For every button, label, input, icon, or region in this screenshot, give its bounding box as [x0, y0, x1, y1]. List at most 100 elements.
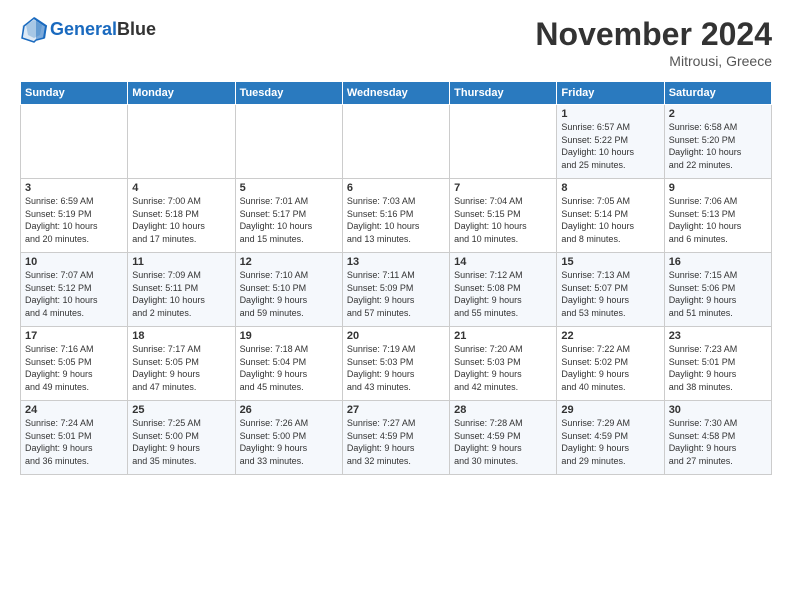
- month-title: November 2024: [535, 16, 772, 53]
- day-number: 23: [669, 330, 767, 342]
- day-number: 29: [561, 404, 659, 416]
- day-info: Sunrise: 7:26 AM Sunset: 5:00 PM Dayligh…: [240, 417, 338, 467]
- day-number: 5: [240, 182, 338, 194]
- day-number: 4: [132, 182, 230, 194]
- logo-icon: [20, 16, 48, 44]
- day-info: Sunrise: 7:29 AM Sunset: 4:59 PM Dayligh…: [561, 417, 659, 467]
- day-info: Sunrise: 7:19 AM Sunset: 5:03 PM Dayligh…: [347, 343, 445, 393]
- day-number: 1: [561, 108, 659, 120]
- day-number: 11: [132, 256, 230, 268]
- calendar-cell: 2Sunrise: 6:58 AM Sunset: 5:20 PM Daylig…: [664, 105, 771, 179]
- logo-text: GeneralBlue: [50, 20, 156, 40]
- calendar-cell: 18Sunrise: 7:17 AM Sunset: 5:05 PM Dayli…: [128, 327, 235, 401]
- day-info: Sunrise: 7:20 AM Sunset: 5:03 PM Dayligh…: [454, 343, 552, 393]
- calendar-cell: 5Sunrise: 7:01 AM Sunset: 5:17 PM Daylig…: [235, 179, 342, 253]
- calendar-cell: 7Sunrise: 7:04 AM Sunset: 5:15 PM Daylig…: [450, 179, 557, 253]
- calendar-cell: 20Sunrise: 7:19 AM Sunset: 5:03 PM Dayli…: [342, 327, 449, 401]
- calendar-cell: 15Sunrise: 7:13 AM Sunset: 5:07 PM Dayli…: [557, 253, 664, 327]
- day-number: 20: [347, 330, 445, 342]
- calendar-table: Sunday Monday Tuesday Wednesday Thursday…: [20, 81, 772, 475]
- day-info: Sunrise: 7:25 AM Sunset: 5:00 PM Dayligh…: [132, 417, 230, 467]
- calendar-cell: 3Sunrise: 6:59 AM Sunset: 5:19 PM Daylig…: [21, 179, 128, 253]
- calendar-cell: 23Sunrise: 7:23 AM Sunset: 5:01 PM Dayli…: [664, 327, 771, 401]
- day-info: Sunrise: 7:12 AM Sunset: 5:08 PM Dayligh…: [454, 269, 552, 319]
- day-info: Sunrise: 7:28 AM Sunset: 4:59 PM Dayligh…: [454, 417, 552, 467]
- logo-line2: Blue: [117, 19, 156, 39]
- calendar-cell: 16Sunrise: 7:15 AM Sunset: 5:06 PM Dayli…: [664, 253, 771, 327]
- day-number: 26: [240, 404, 338, 416]
- calendar-cell: 26Sunrise: 7:26 AM Sunset: 5:00 PM Dayli…: [235, 401, 342, 475]
- day-number: 3: [25, 182, 123, 194]
- day-info: Sunrise: 7:13 AM Sunset: 5:07 PM Dayligh…: [561, 269, 659, 319]
- calendar-body: 1Sunrise: 6:57 AM Sunset: 5:22 PM Daylig…: [21, 105, 772, 475]
- calendar-cell: 22Sunrise: 7:22 AM Sunset: 5:02 PM Dayli…: [557, 327, 664, 401]
- day-info: Sunrise: 7:07 AM Sunset: 5:12 PM Dayligh…: [25, 269, 123, 319]
- day-number: 17: [25, 330, 123, 342]
- calendar-page: GeneralBlue November 2024 Mitrousi, Gree…: [0, 0, 792, 485]
- calendar-cell: 8Sunrise: 7:05 AM Sunset: 5:14 PM Daylig…: [557, 179, 664, 253]
- calendar-week-2: 3Sunrise: 6:59 AM Sunset: 5:19 PM Daylig…: [21, 179, 772, 253]
- calendar-cell: 11Sunrise: 7:09 AM Sunset: 5:11 PM Dayli…: [128, 253, 235, 327]
- day-info: Sunrise: 7:22 AM Sunset: 5:02 PM Dayligh…: [561, 343, 659, 393]
- calendar-week-3: 10Sunrise: 7:07 AM Sunset: 5:12 PM Dayli…: [21, 253, 772, 327]
- col-sunday: Sunday: [21, 82, 128, 105]
- day-number: 10: [25, 256, 123, 268]
- calendar-cell: 9Sunrise: 7:06 AM Sunset: 5:13 PM Daylig…: [664, 179, 771, 253]
- calendar-cell: 13Sunrise: 7:11 AM Sunset: 5:09 PM Dayli…: [342, 253, 449, 327]
- calendar-cell: [21, 105, 128, 179]
- day-number: 18: [132, 330, 230, 342]
- calendar-week-4: 17Sunrise: 7:16 AM Sunset: 5:05 PM Dayli…: [21, 327, 772, 401]
- day-number: 15: [561, 256, 659, 268]
- calendar-cell: [235, 105, 342, 179]
- day-info: Sunrise: 7:09 AM Sunset: 5:11 PM Dayligh…: [132, 269, 230, 319]
- day-info: Sunrise: 6:58 AM Sunset: 5:20 PM Dayligh…: [669, 121, 767, 171]
- calendar-cell: 6Sunrise: 7:03 AM Sunset: 5:16 PM Daylig…: [342, 179, 449, 253]
- calendar-cell: 12Sunrise: 7:10 AM Sunset: 5:10 PM Dayli…: [235, 253, 342, 327]
- day-info: Sunrise: 7:30 AM Sunset: 4:58 PM Dayligh…: [669, 417, 767, 467]
- day-info: Sunrise: 7:15 AM Sunset: 5:06 PM Dayligh…: [669, 269, 767, 319]
- calendar-cell: 30Sunrise: 7:30 AM Sunset: 4:58 PM Dayli…: [664, 401, 771, 475]
- calendar-cell: 17Sunrise: 7:16 AM Sunset: 5:05 PM Dayli…: [21, 327, 128, 401]
- day-info: Sunrise: 7:00 AM Sunset: 5:18 PM Dayligh…: [132, 195, 230, 245]
- day-number: 9: [669, 182, 767, 194]
- day-number: 16: [669, 256, 767, 268]
- day-info: Sunrise: 7:27 AM Sunset: 4:59 PM Dayligh…: [347, 417, 445, 467]
- calendar-cell: 10Sunrise: 7:07 AM Sunset: 5:12 PM Dayli…: [21, 253, 128, 327]
- day-number: 13: [347, 256, 445, 268]
- day-info: Sunrise: 7:17 AM Sunset: 5:05 PM Dayligh…: [132, 343, 230, 393]
- calendar-cell: 1Sunrise: 6:57 AM Sunset: 5:22 PM Daylig…: [557, 105, 664, 179]
- calendar-header: Sunday Monday Tuesday Wednesday Thursday…: [21, 82, 772, 105]
- logo: GeneralBlue: [20, 16, 156, 44]
- day-number: 2: [669, 108, 767, 120]
- col-tuesday: Tuesday: [235, 82, 342, 105]
- day-info: Sunrise: 7:03 AM Sunset: 5:16 PM Dayligh…: [347, 195, 445, 245]
- calendar-cell: 27Sunrise: 7:27 AM Sunset: 4:59 PM Dayli…: [342, 401, 449, 475]
- calendar-cell: 14Sunrise: 7:12 AM Sunset: 5:08 PM Dayli…: [450, 253, 557, 327]
- day-number: 27: [347, 404, 445, 416]
- day-number: 30: [669, 404, 767, 416]
- calendar-cell: [128, 105, 235, 179]
- day-info: Sunrise: 7:24 AM Sunset: 5:01 PM Dayligh…: [25, 417, 123, 467]
- calendar-cell: 24Sunrise: 7:24 AM Sunset: 5:01 PM Dayli…: [21, 401, 128, 475]
- calendar-cell: 19Sunrise: 7:18 AM Sunset: 5:04 PM Dayli…: [235, 327, 342, 401]
- day-number: 22: [561, 330, 659, 342]
- day-number: 25: [132, 404, 230, 416]
- calendar-cell: 29Sunrise: 7:29 AM Sunset: 4:59 PM Dayli…: [557, 401, 664, 475]
- calendar-cell: 28Sunrise: 7:28 AM Sunset: 4:59 PM Dayli…: [450, 401, 557, 475]
- calendar-cell: 25Sunrise: 7:25 AM Sunset: 5:00 PM Dayli…: [128, 401, 235, 475]
- col-monday: Monday: [128, 82, 235, 105]
- day-number: 28: [454, 404, 552, 416]
- calendar-week-1: 1Sunrise: 6:57 AM Sunset: 5:22 PM Daylig…: [21, 105, 772, 179]
- day-number: 12: [240, 256, 338, 268]
- location: Mitrousi, Greece: [535, 53, 772, 69]
- day-info: Sunrise: 6:57 AM Sunset: 5:22 PM Dayligh…: [561, 121, 659, 171]
- day-number: 6: [347, 182, 445, 194]
- col-friday: Friday: [557, 82, 664, 105]
- header-row: Sunday Monday Tuesday Wednesday Thursday…: [21, 82, 772, 105]
- col-wednesday: Wednesday: [342, 82, 449, 105]
- calendar-cell: [450, 105, 557, 179]
- header: GeneralBlue November 2024 Mitrousi, Gree…: [20, 16, 772, 69]
- title-block: November 2024 Mitrousi, Greece: [535, 16, 772, 69]
- day-info: Sunrise: 7:10 AM Sunset: 5:10 PM Dayligh…: [240, 269, 338, 319]
- day-info: Sunrise: 7:18 AM Sunset: 5:04 PM Dayligh…: [240, 343, 338, 393]
